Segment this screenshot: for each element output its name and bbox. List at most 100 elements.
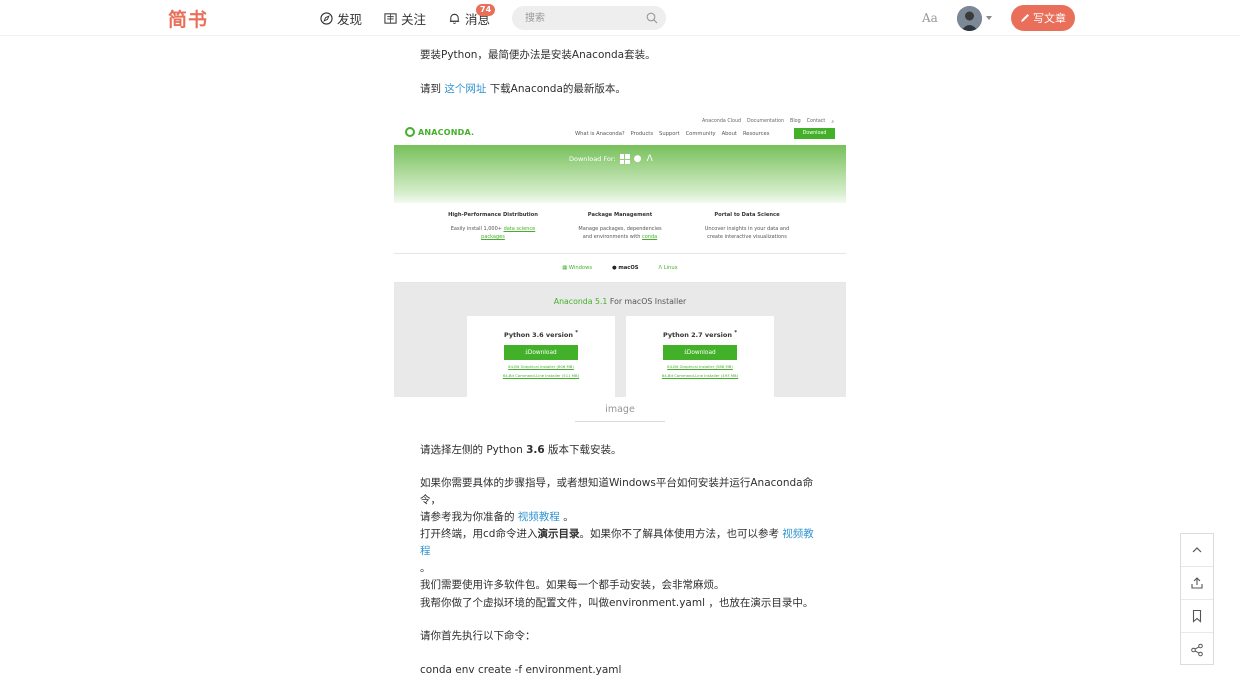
nav-discover[interactable]: 发现 bbox=[320, 9, 362, 28]
installer-title: Anaconda 5.1 For macOS Installer bbox=[394, 297, 846, 306]
article-paragraph: 如果你需要具体的步骤指导，或者想知道Windows平台如何安装并运行Anacon… bbox=[420, 475, 830, 526]
image-text: Download bbox=[686, 349, 716, 356]
image-text: Download bbox=[527, 349, 557, 356]
share-icon bbox=[1191, 643, 1203, 656]
image-text: Download For: bbox=[569, 155, 616, 163]
image-text: Manage packages, dependencies and environ… bbox=[565, 225, 675, 241]
image-tab-linux: Λ Linux bbox=[658, 265, 678, 271]
article-paragraph: 请选择左侧的 Python 3.6 版本下载安装。 bbox=[420, 442, 830, 459]
text-segment: 如果你需要具体的步骤指导，或者想知道Windows平台如何安装并运行Anacon… bbox=[420, 477, 814, 506]
text-segment: 打开终端，用cd命令进入 bbox=[420, 528, 538, 540]
video-tutorial-link[interactable]: 视频教程 bbox=[518, 511, 560, 523]
download-for-row: Download For: ● Λ bbox=[569, 154, 656, 164]
upload-icon bbox=[1191, 577, 1203, 589]
apple-icon: ● bbox=[633, 154, 642, 164]
article-image[interactable]: Anaconda Cloud Documentation Blog Contac… bbox=[394, 113, 846, 397]
text-segment: 。如果你不了解具体使用方法，也可以参考 bbox=[579, 528, 779, 540]
image-text: and environments with bbox=[582, 234, 642, 240]
image-text: Products bbox=[630, 131, 654, 137]
command-line: conda env create -f environment.yaml bbox=[420, 664, 622, 676]
image-text: Blog bbox=[790, 119, 801, 124]
image-text: Anaconda Cloud bbox=[701, 119, 742, 124]
image-text: conda bbox=[642, 234, 658, 240]
image-text: data science bbox=[503, 226, 536, 232]
article-paragraph: 打开终端，用cd命令进入演示目录。如果你不了解具体使用方法，也可以参考 视频教程… bbox=[420, 526, 820, 594]
image-text: packages bbox=[481, 234, 505, 240]
image-tab-macos: ● macOS bbox=[612, 265, 639, 271]
site-logo[interactable]: 简书 bbox=[168, 5, 208, 32]
side-toolbar bbox=[1180, 533, 1214, 665]
linux-icon: Λ bbox=[646, 154, 653, 164]
chevron-up-icon bbox=[1192, 547, 1202, 553]
image-download-button: Download bbox=[794, 128, 835, 139]
image-text: Windows bbox=[568, 265, 593, 271]
image-text: Manage packages, dependencies bbox=[578, 226, 662, 232]
article-paragraph: 要装Python，最简便办法是安装Anaconda套装。 bbox=[420, 49, 656, 61]
bookmark-icon bbox=[1192, 609, 1202, 623]
text-segment: 版本下载安装。 bbox=[544, 444, 622, 456]
text-segment: 请参考我为你准备的 bbox=[420, 511, 515, 523]
installer-card: Python 2.7 version * ⤓ Download 64-Bit G… bbox=[626, 316, 774, 397]
image-text: Documentation bbox=[747, 119, 785, 124]
top-navbar: 简书 发现 关注 消息 74 Aa 写文章 bbox=[0, 0, 1240, 36]
image-text: Support bbox=[659, 131, 680, 137]
image-text: Portal to Data Science bbox=[714, 212, 780, 218]
text-segment: 3.6 bbox=[526, 444, 545, 456]
write-article-button[interactable]: 写文章 bbox=[1011, 5, 1075, 31]
anaconda-menu: What is Anaconda? Products Support Commu… bbox=[575, 131, 769, 137]
nav-messages[interactable]: 消息 74 bbox=[448, 4, 496, 28]
image-caption: image bbox=[575, 404, 665, 422]
image-text: About bbox=[721, 131, 737, 137]
feature-column: Portal to Data Science Uncover insights … bbox=[692, 212, 802, 241]
os-tabs: ▦ Windows ● macOS Λ Linux bbox=[394, 253, 846, 283]
pen-icon bbox=[1021, 14, 1029, 22]
text-segment: 请到 bbox=[420, 83, 441, 95]
bookmark-button[interactable] bbox=[1181, 600, 1213, 633]
nav-discover-label: 发现 bbox=[337, 12, 363, 27]
share-export-button[interactable] bbox=[1181, 567, 1213, 600]
bell-icon bbox=[449, 13, 460, 24]
nav-follow[interactable]: 关注 bbox=[384, 9, 426, 28]
back-to-top-button[interactable] bbox=[1181, 534, 1213, 567]
image-text: Easily install 1,000+ data science packag… bbox=[438, 225, 548, 241]
anaconda-logo: ANACONDA. bbox=[405, 127, 474, 137]
anaconda-site-link[interactable]: 这个网址 bbox=[444, 83, 486, 95]
installer-card: Python 3.6 version * ⤓ Download 64-Bit G… bbox=[467, 316, 615, 397]
image-text: Contact bbox=[806, 119, 826, 124]
article-paragraph: 请你首先执行以下命令： bbox=[420, 630, 536, 642]
text-segment: 。 bbox=[563, 511, 574, 523]
image-text: Resources bbox=[742, 131, 770, 137]
avatar[interactable] bbox=[957, 6, 982, 31]
text-segment: 我们需要使用许多软件包。如果每一个都手动安装，会非常麻烦。 bbox=[420, 579, 725, 591]
feature-column: High-Performance Distribution Easily ins… bbox=[438, 212, 548, 241]
image-card-download: ⤓ Download bbox=[504, 345, 578, 361]
image-text: For macOS Installer bbox=[607, 297, 687, 306]
image-text: Community bbox=[685, 131, 716, 137]
anaconda-top-links: Anaconda Cloud Documentation Blog Contac… bbox=[702, 119, 834, 125]
article-paragraph: 请到 这个网址 下载Anaconda的最新版本。 bbox=[420, 81, 830, 98]
anaconda-ring-icon bbox=[405, 127, 415, 137]
follow-book-icon bbox=[384, 13, 397, 24]
text-segment: 下载Anaconda的最新版本。 bbox=[489, 83, 626, 95]
avatar-dropdown-icon[interactable] bbox=[986, 16, 992, 20]
image-text: 64-Bit Command-Line Installer (493 MB) bbox=[661, 373, 739, 379]
image-text: macOS bbox=[618, 265, 639, 271]
search-icon: ⌕ bbox=[831, 120, 834, 125]
image-tab-windows: ▦ Windows bbox=[562, 265, 593, 271]
image-text: 64-Bit Command-Line Installer (511 MB) bbox=[502, 373, 580, 379]
image-text: Linux bbox=[663, 265, 678, 271]
text-segment: 请选择左侧的 Python bbox=[420, 444, 527, 456]
feature-column: Package Management Manage packages, depe… bbox=[565, 212, 675, 241]
search-icon[interactable] bbox=[646, 12, 658, 24]
search-input[interactable] bbox=[512, 6, 632, 31]
write-article-label: 写文章 bbox=[1033, 12, 1066, 25]
font-settings-toggle[interactable]: Aa bbox=[922, 11, 938, 25]
compass-icon bbox=[320, 12, 333, 25]
image-text: Package Management bbox=[587, 212, 653, 218]
image-text: Uncover insights in your data and create … bbox=[692, 225, 802, 241]
article-paragraph: 我帮你做了个虚拟环境的配置文件，叫做environment.yaml ，也放在演… bbox=[420, 597, 814, 609]
image-text: Uncover insights in your data and bbox=[704, 226, 790, 232]
image-text: Python 2.7 version bbox=[662, 331, 732, 340]
message-count-badge: 74 bbox=[476, 4, 496, 16]
share-button[interactable] bbox=[1181, 633, 1213, 666]
